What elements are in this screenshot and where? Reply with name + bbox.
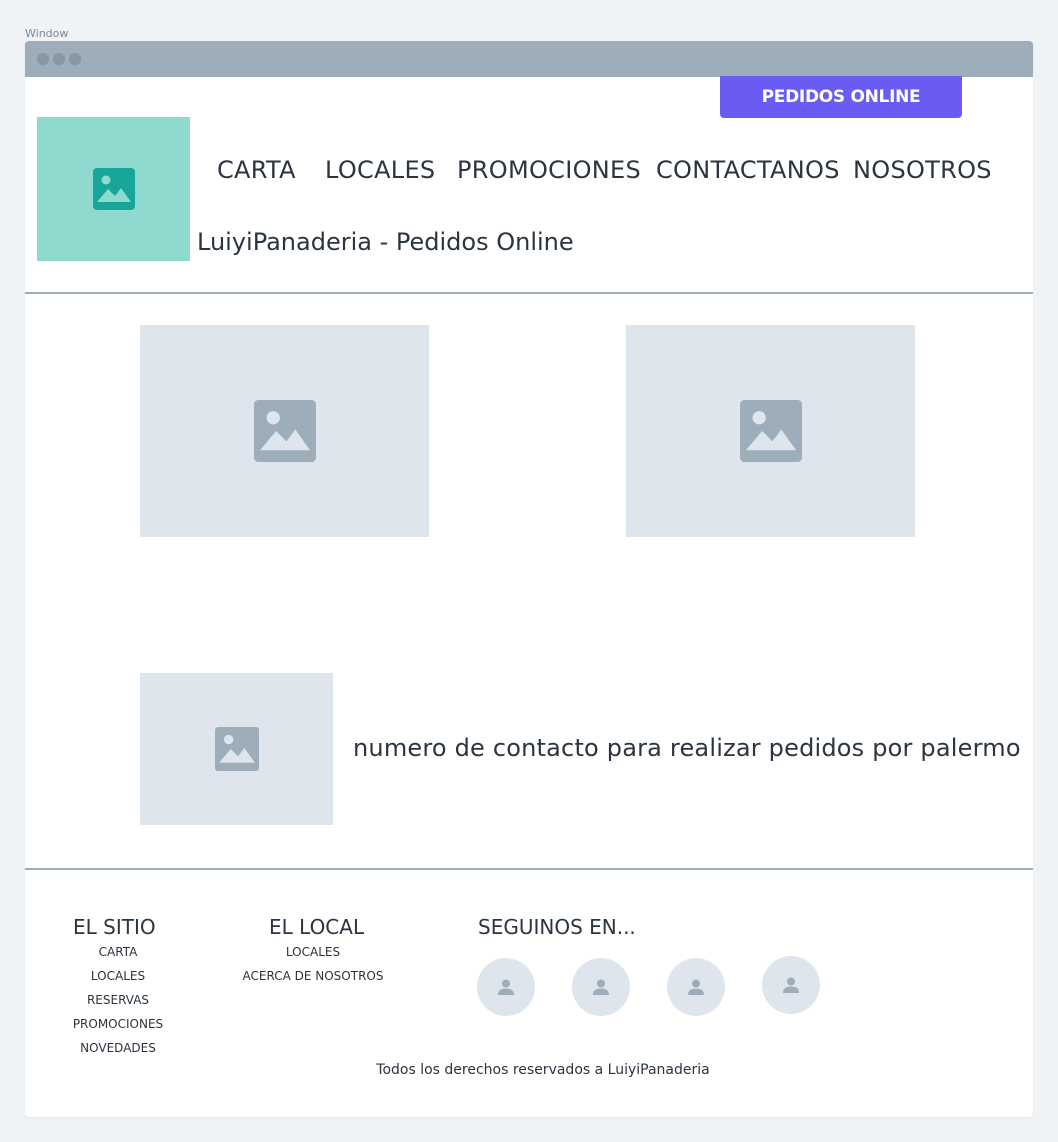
user-icon — [593, 979, 609, 995]
browser-window: PEDIDOS ONLINE CARTA LOCALES PROMOCIONES… — [25, 41, 1033, 1117]
nav-promociones[interactable]: PROMOCIONES — [457, 156, 641, 184]
social-button[interactable] — [667, 958, 725, 1016]
nav-carta[interactable]: CARTA — [217, 156, 296, 184]
image-icon — [92, 168, 135, 210]
copyright: Todos los derechos reservados a LuiyiPan… — [376, 1062, 710, 1078]
footer-link-acerca[interactable]: ACERCA DE NOSOTROS — [233, 969, 393, 983]
image-placeholder — [140, 325, 429, 537]
social-button[interactable] — [762, 956, 820, 1014]
footer-link-carta[interactable]: CARTA — [58, 945, 178, 959]
window-dot-icon[interactable] — [37, 53, 49, 65]
footer-link-promociones[interactable]: PROMOCIONES — [58, 1017, 178, 1031]
nav-locales[interactable]: LOCALES — [325, 156, 435, 184]
header-divider — [25, 292, 1033, 294]
footer-divider — [25, 868, 1033, 870]
site-title: LuiyiPanaderia - Pedidos Online — [197, 228, 574, 256]
footer-link-locales[interactable]: LOCALES — [58, 969, 178, 983]
footer-sitio-title: EL SITIO — [73, 915, 156, 939]
window-dot-icon[interactable] — [53, 53, 65, 65]
social-button[interactable] — [477, 958, 535, 1016]
user-icon — [688, 979, 704, 995]
footer-link-reservas[interactable]: RESERVAS — [58, 993, 178, 1007]
contact-text: numero de contacto para realizar pedidos… — [353, 734, 1021, 762]
contact-image-placeholder — [140, 673, 333, 825]
image-icon — [739, 400, 802, 462]
logo[interactable] — [37, 117, 190, 261]
footer-link-locales-local[interactable]: LOCALES — [233, 945, 393, 959]
nav-contactanos[interactable]: CONTACTANOS — [656, 156, 840, 184]
pedidos-online-button[interactable]: PEDIDOS ONLINE — [720, 76, 962, 118]
window-dot-icon[interactable] — [69, 53, 81, 65]
social-button[interactable] — [572, 958, 630, 1016]
window-titlebar — [25, 41, 1033, 77]
window-label: Window — [25, 27, 69, 40]
image-placeholder — [626, 325, 915, 537]
nav-nosotros[interactable]: NOSOTROS — [853, 156, 992, 184]
footer-social-title: SEGUINOS EN... — [478, 915, 636, 939]
user-icon — [783, 977, 799, 993]
image-icon — [214, 727, 259, 771]
image-icon — [253, 400, 316, 462]
user-icon — [498, 979, 514, 995]
footer-link-novedades[interactable]: NOVEDADES — [58, 1041, 178, 1055]
footer-local-title: EL LOCAL — [269, 915, 365, 939]
